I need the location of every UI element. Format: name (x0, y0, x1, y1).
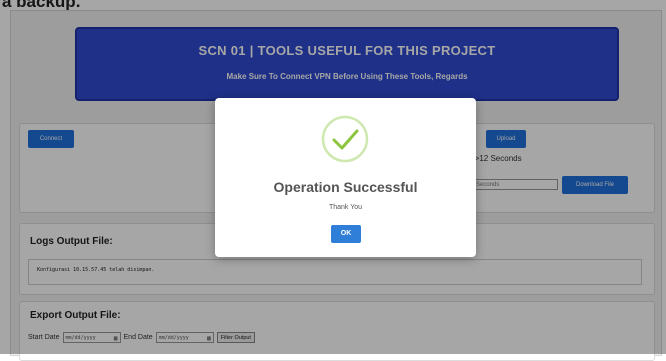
checkmark-circle-icon (321, 115, 369, 163)
dialog-message: Thank You (328, 204, 363, 211)
ok-button[interactable]: OK (331, 225, 361, 243)
success-dialog: Operation Successful Thank You OK (215, 98, 476, 257)
dialog-title: Operation Successful (273, 179, 418, 195)
